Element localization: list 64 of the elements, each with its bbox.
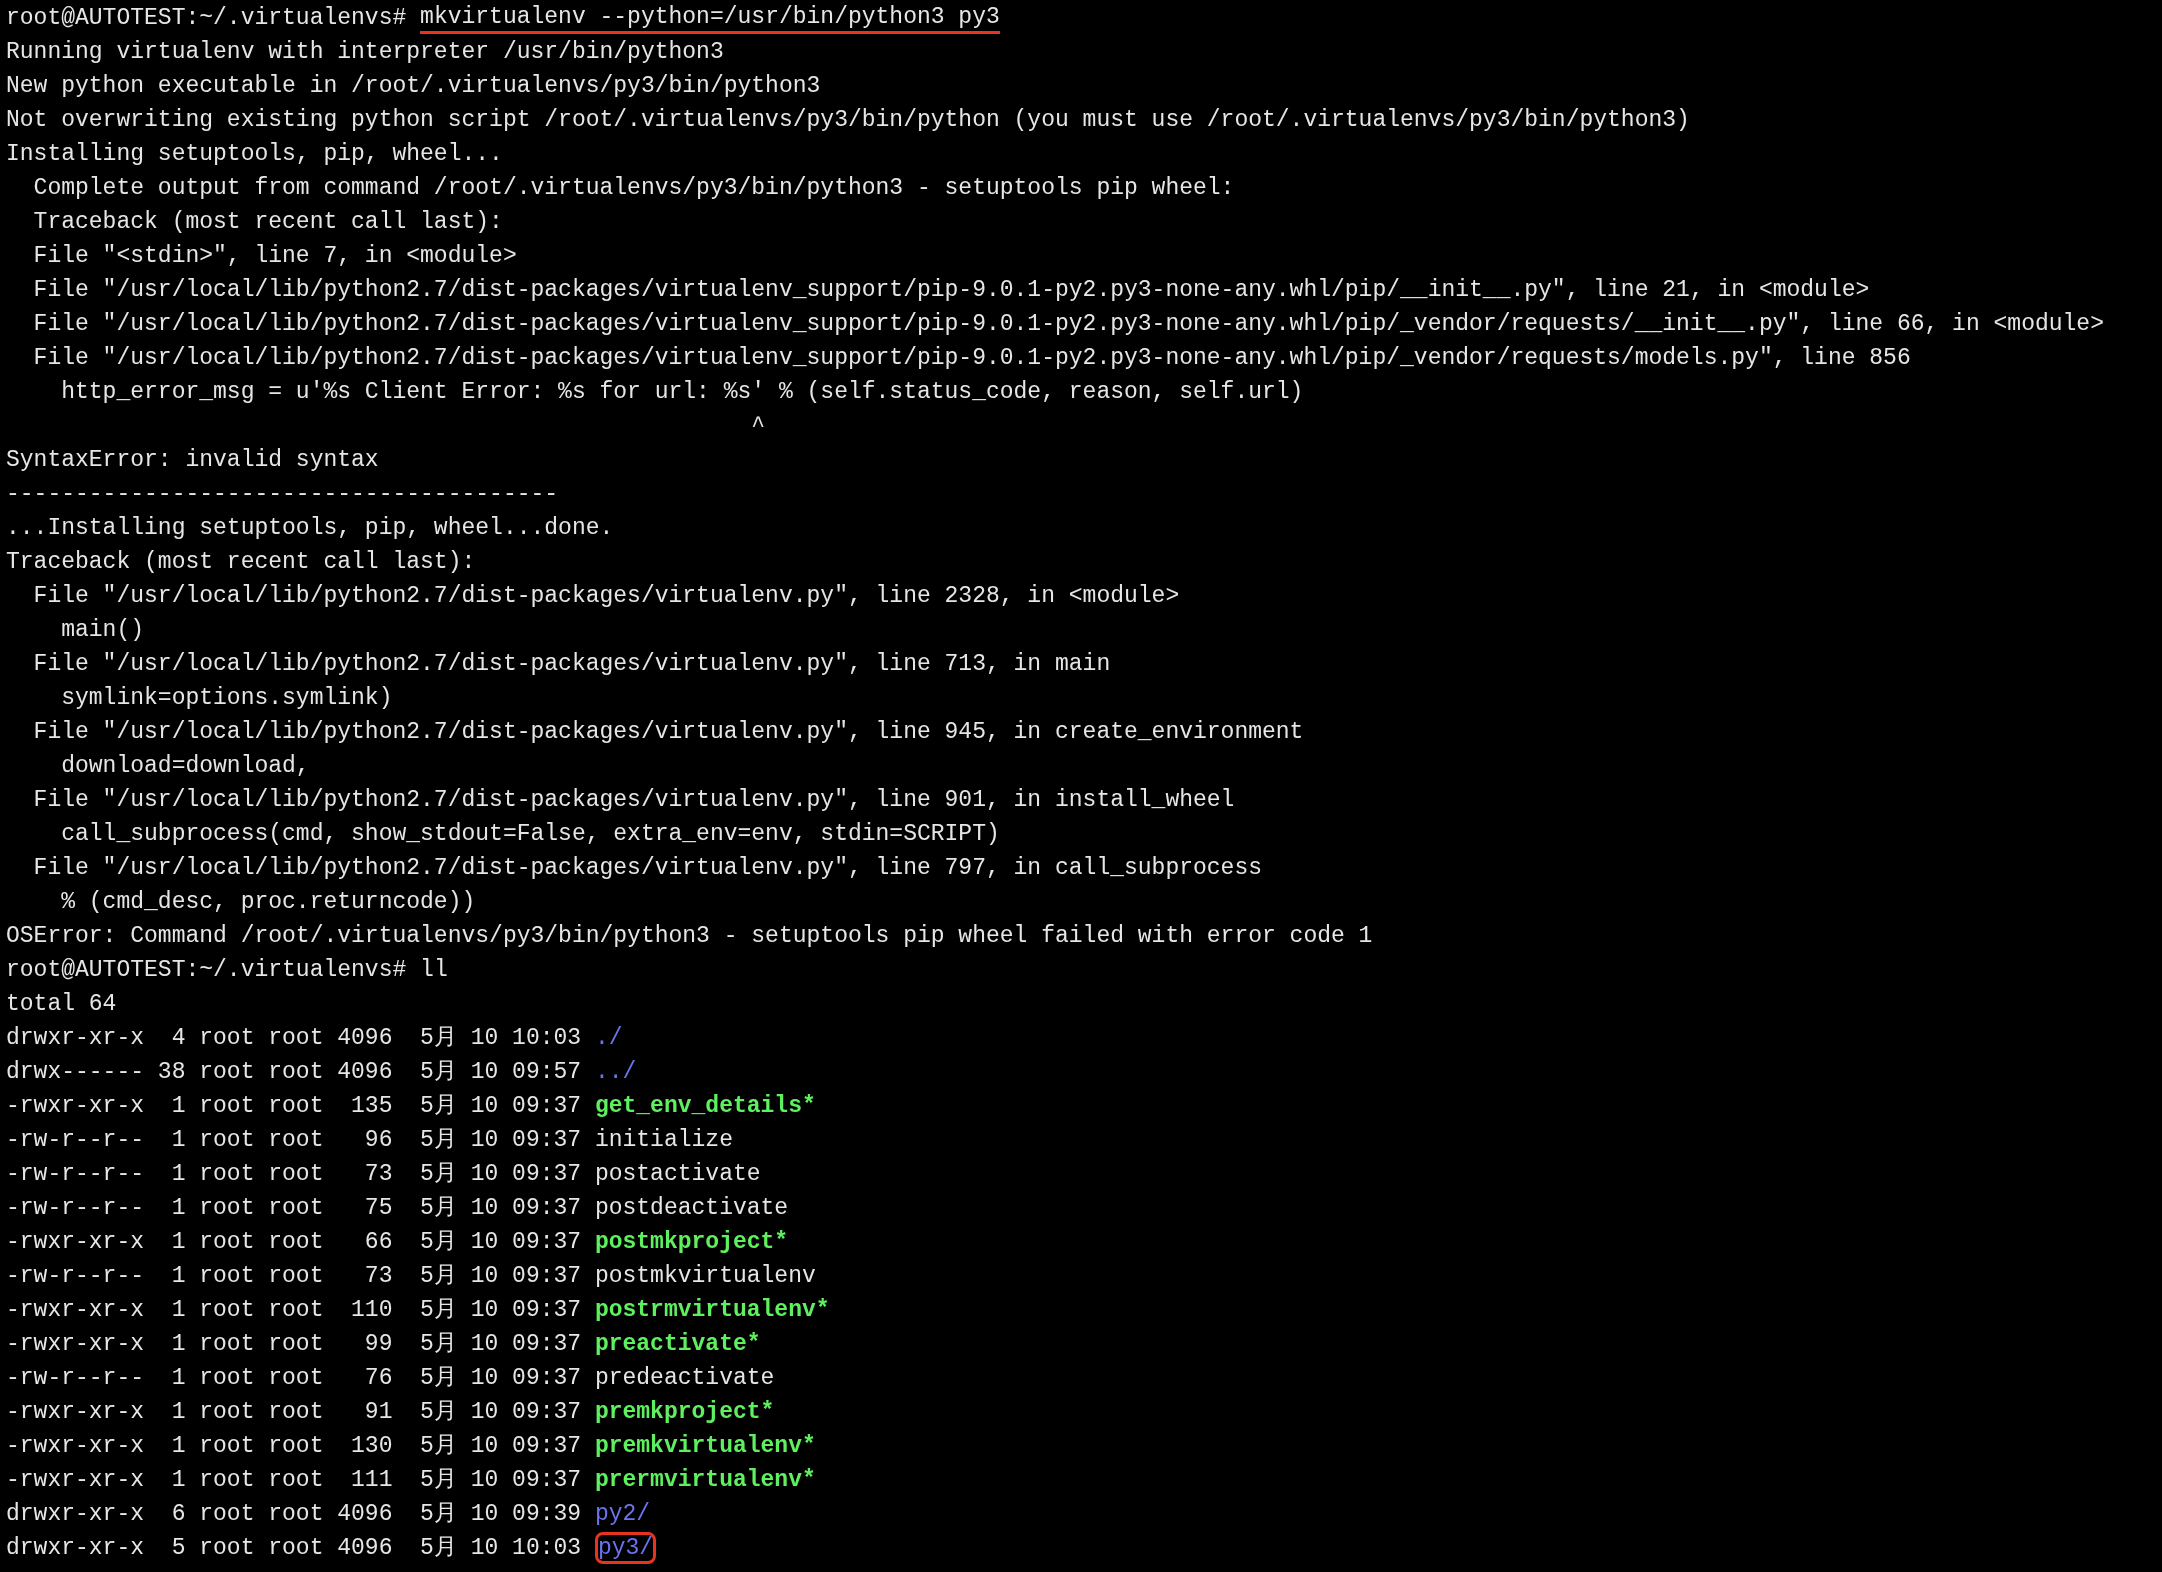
file-info: -rw-r--r-- 1 root root 76 5月 10 09:37 bbox=[6, 1363, 583, 1393]
output-line: download=download, bbox=[60, 751, 310, 781]
file-name: initialize bbox=[594, 1125, 733, 1155]
file-info: -rwxr-xr-x 1 root root 66 5月 10 09:37 bbox=[6, 1227, 583, 1257]
file-info: drwxr-xr-x 6 root root 4096 5月 10 09:39 bbox=[6, 1499, 583, 1529]
output-line: main() bbox=[60, 615, 145, 645]
file-info: -rwxr-xr-x 1 root root 135 5月 10 09:37 bbox=[6, 1091, 583, 1121]
file-info: drwxr-xr-x 5 root root 4096 5月 10 10:03 bbox=[6, 1533, 583, 1563]
output-line: New python executable in /root/.virtualenvs/py3/bin/python3 bbox=[6, 71, 821, 101]
file-info: drwxr-xr-x 4 root root 4096 5月 10 10:03 bbox=[6, 1023, 583, 1053]
file-info: -rw-r--r-- 1 root root 73 5月 10 09:37 bbox=[6, 1261, 583, 1291]
file-info: -rw-r--r-- 1 root root 75 5月 10 09:37 bbox=[6, 1193, 583, 1223]
file-name: py3/ bbox=[594, 1532, 657, 1564]
command-text: ll bbox=[420, 955, 448, 985]
file-info: -rwxr-xr-x 1 root root 110 5月 10 09:37 bbox=[6, 1295, 583, 1325]
output-line: File "/usr/local/lib/python2.7/dist-packages/virtualenv.py", line 901, in install_wheel bbox=[32, 785, 1235, 815]
file-name: postdeactivate bbox=[594, 1193, 789, 1223]
output-line: OSError: Command /root/.virtualenvs/py3/bin/python3 - setuptools pip wheel failed with error code 1 bbox=[6, 921, 1373, 951]
output-line: ---------------------------------------- bbox=[6, 479, 559, 509]
file-name: postmkvirtualenv bbox=[594, 1261, 816, 1291]
output-line: File "<stdin>", line 7, in <module> bbox=[32, 241, 517, 271]
output-line: symlink=options.symlink) bbox=[60, 683, 393, 713]
file-info: drwx------ 38 root root 4096 5月 10 09:57 bbox=[6, 1057, 583, 1087]
file-name: get_env_details* bbox=[594, 1091, 816, 1121]
file-name: preactivate* bbox=[594, 1329, 761, 1359]
output-line: call_subprocess(cmd, show_stdout=False, extra_env=env, stdin=SCRIPT) bbox=[60, 819, 1000, 849]
output-line: Traceback (most recent call last): bbox=[6, 547, 476, 577]
file-name: py2/ bbox=[594, 1499, 651, 1529]
output-line: Complete output from command /root/.virtualenvs/py3/bin/python3 - setuptools pip wheel: bbox=[32, 173, 1235, 203]
output-line: SyntaxError: invalid syntax bbox=[6, 445, 379, 475]
file-info: -rwxr-xr-x 1 root root 130 5月 10 09:37 bbox=[6, 1431, 583, 1461]
shell-prompt: root@AUTOTEST:~/.virtualenvs# bbox=[6, 3, 408, 33]
output-line: File "/usr/local/lib/python2.7/dist-packages/virtualenv_support/pip-9.0.1-py2.py3-none-any.whl/pip/__init__.py", line 21, in <module> bbox=[32, 275, 1870, 305]
command-text: mkvirtualenv --python=/usr/bin/python3 py3 bbox=[420, 2, 1000, 34]
output-line: Not overwriting existing python script /root/.virtualenvs/py3/bin/python (you must use /root/.virtualenvs/py3/bin/python3) bbox=[6, 105, 1690, 135]
output-line: total 64 bbox=[6, 989, 117, 1019]
file-name: premkvirtualenv* bbox=[594, 1431, 816, 1461]
output-line: Running virtualenv with interpreter /usr/bin/python3 bbox=[6, 37, 724, 67]
output-line: File "/usr/local/lib/python2.7/dist-packages/virtualenv.py", line 797, in call_subprocess bbox=[32, 853, 1262, 883]
shell-prompt: root@AUTOTEST:~/.virtualenvs# bbox=[6, 955, 408, 985]
output-line: File "/usr/local/lib/python2.7/dist-packages/virtualenv_support/pip-9.0.1-py2.py3-none-any.whl/pip/_vendor/requests/models.py", line 856 bbox=[32, 343, 1911, 373]
file-name: postactivate bbox=[594, 1159, 761, 1189]
output-line: File "/usr/local/lib/python2.7/dist-packages/virtualenv.py", line 2328, in <module> bbox=[32, 581, 1180, 611]
file-name: postrmvirtualenv* bbox=[594, 1295, 830, 1325]
file-name: prermvirtualenv* bbox=[594, 1465, 816, 1495]
output-line: http_error_msg = u'%s Client Error: %s for url: %s' % (self.status_code, reason, self.url) bbox=[60, 377, 1304, 407]
file-info: -rwxr-xr-x 1 root root 111 5月 10 09:37 bbox=[6, 1465, 583, 1495]
output-line: ...Installing setuptools, pip, wheel...done. bbox=[6, 513, 614, 543]
output-line: File "/usr/local/lib/python2.7/dist-packages/virtualenv_support/pip-9.0.1-py2.py3-none-any.whl/pip/_vendor/requests/__init__.py", line 66, in <module> bbox=[32, 309, 2104, 339]
output-line: ^ bbox=[750, 411, 766, 441]
file-name: ./ bbox=[594, 1023, 623, 1053]
file-name: premkproject* bbox=[594, 1397, 775, 1427]
output-line: File "/usr/local/lib/python2.7/dist-packages/virtualenv.py", line 945, in create_environment bbox=[32, 717, 1304, 747]
file-name: ../ bbox=[594, 1057, 637, 1087]
file-info: -rw-r--r-- 1 root root 96 5月 10 09:37 bbox=[6, 1125, 583, 1155]
output-line: File "/usr/local/lib/python2.7/dist-packages/virtualenv.py", line 713, in main bbox=[32, 649, 1111, 679]
file-name: postmkproject* bbox=[594, 1227, 789, 1257]
output-line: % (cmd_desc, proc.returncode)) bbox=[60, 887, 476, 917]
file-info: -rwxr-xr-x 1 root root 99 5月 10 09:37 bbox=[6, 1329, 583, 1359]
file-info: -rw-r--r-- 1 root root 73 5月 10 09:37 bbox=[6, 1159, 583, 1189]
file-info: -rwxr-xr-x 1 root root 91 5月 10 09:37 bbox=[6, 1397, 583, 1427]
output-line: Installing setuptools, pip, wheel... bbox=[6, 139, 503, 169]
file-name: predeactivate bbox=[594, 1363, 775, 1393]
output-line: Traceback (most recent call last): bbox=[32, 207, 503, 237]
